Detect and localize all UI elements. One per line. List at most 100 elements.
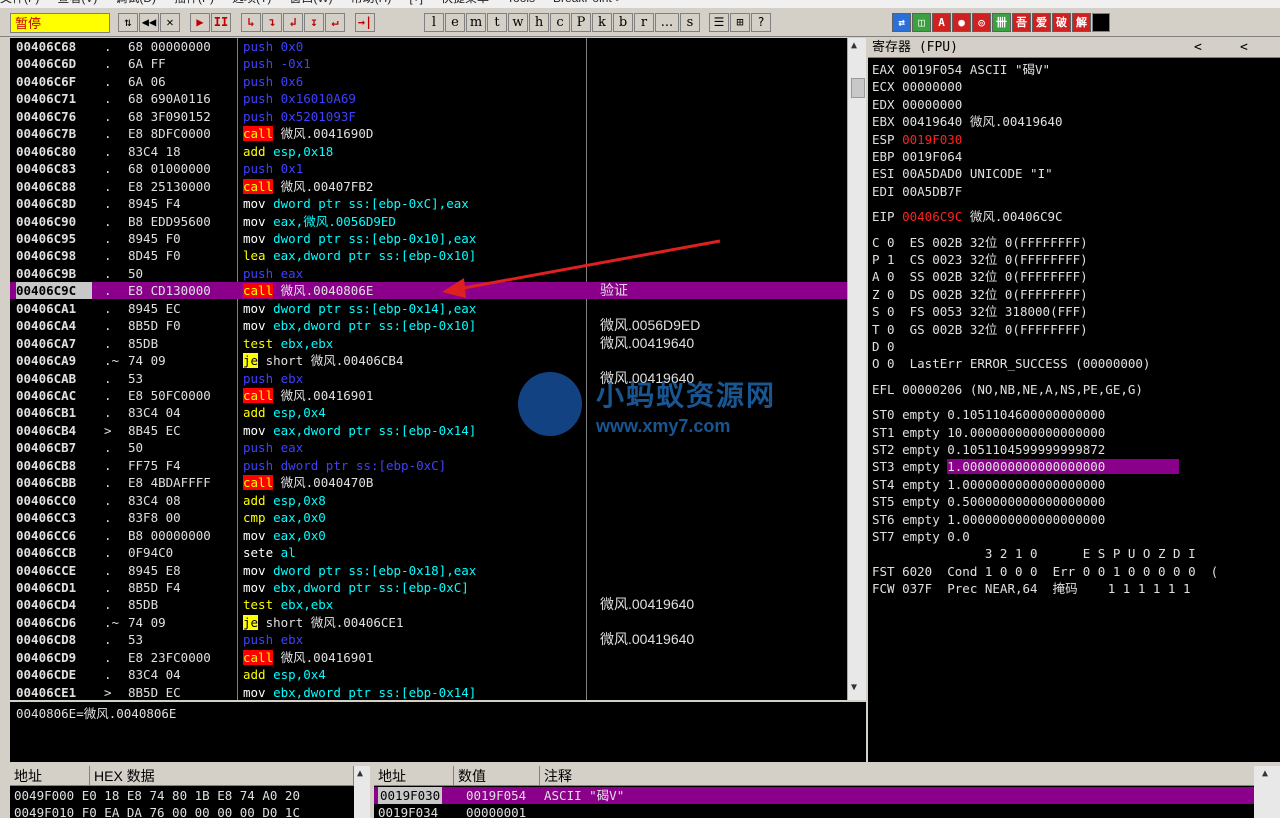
toolbar-button-icon[interactable]: ✕ (160, 13, 180, 32)
toolbar-window-button-l[interactable]: l (424, 13, 444, 32)
stack-scrollbar[interactable]: ▲ (1254, 766, 1280, 818)
disasm-row[interactable]: 00406C7B. E8 8DFC0000 call 微风.0041690D (10, 125, 847, 142)
disasm-row[interactable]: 00406CB8. FF75 F4 push dword ptr ss:[ebp-0… (10, 457, 847, 474)
scroll-down-icon[interactable]: ▼ (851, 682, 857, 693)
stack-header-comment[interactable]: 注释 (540, 766, 1280, 786)
disasm-row[interactable]: 00406C83. 68 01000000 push 0x1 (10, 160, 847, 177)
toolbar-extra-icon[interactable]: ⊞ (730, 13, 750, 32)
disasm-row[interactable]: 00406CD9. E8 23FC0000 call 微风.00416901 (10, 649, 847, 666)
toolbar-button-icon[interactable]: ↲ (283, 13, 303, 32)
disasm-row[interactable]: 00406CC3. 83F8 00 cmp eax,0x0 (10, 509, 847, 526)
plugin-icon[interactable]: 吾 (1012, 13, 1031, 32)
plugin-icon[interactable]: 解 (1072, 13, 1091, 32)
toolbar-button-icon[interactable]: ⇅ (118, 13, 138, 32)
register-line[interactable]: EAX 0019F054 ASCII "碣V" (872, 61, 1050, 78)
register-line[interactable]: ECX 00000000 (872, 78, 962, 95)
toolbar-button-icon[interactable]: ▶ (190, 13, 210, 32)
register-line[interactable]: ST2 empty 0.1051104599999999872 (872, 441, 1105, 458)
disasm-row[interactable]: 00406CD6 .~ 74 09 je short 微风.00406CE1 (10, 614, 847, 631)
disasm-row[interactable]: 00406C6D. 6A FF push -0x1 (10, 55, 847, 72)
disasm-row[interactable]: 00406C8D. 8945 F4 mov dword ptr ss:[ebp-0x… (10, 195, 847, 212)
toolbar-window-button-h[interactable]: h (529, 13, 549, 32)
register-line[interactable]: FCW 037F Prec NEAR,64 掩码 1 1 1 1 1 1 (872, 580, 1191, 597)
dump-header-address[interactable]: 地址 (10, 766, 90, 786)
disasm-row[interactable]: 00406CBB. E8 4BDAFFFF call 微风.0040470B (10, 474, 847, 491)
disasm-row[interactable]: 00406CCB. 0F94C0 sete al (10, 544, 847, 561)
plugin-icon[interactable]: ◫ (912, 13, 931, 32)
toolbar-window-button-w[interactable]: w (508, 13, 528, 32)
disasm-row[interactable]: 00406CA9 .~ 74 09 je short 微风.00406CB4 (10, 352, 847, 369)
register-line[interactable]: ST0 empty 0.1051104600000000000 (872, 406, 1105, 423)
register-line[interactable]: O 0 LastErr ERROR_SUCCESS (00000000) (872, 355, 1150, 372)
stack-header-address[interactable]: 地址 (374, 766, 454, 786)
stack-header-value[interactable]: 数值 (454, 766, 540, 786)
disasm-row[interactable]: 00406CC6. B8 00000000 mov eax,0x0 (10, 527, 847, 544)
register-line[interactable]: EFL 00000206 (NO,NB,NE,A,NS,PE,GE,G) (872, 381, 1143, 398)
toolbar-window-button-e[interactable]: e (445, 13, 465, 32)
toolbar-button-icon[interactable]: II (211, 13, 231, 32)
register-line[interactable]: FST 6020 Cond 1 0 0 0 Err 0 0 1 0 0 0 0 … (872, 563, 1218, 580)
disasm-row[interactable]: 00406CA4. 8B5D F0 mov ebx,dword ptr ss:[eb… (10, 317, 847, 334)
toolbar-button-icon[interactable]: ◀◀ (139, 13, 159, 32)
register-line[interactable]: 3 2 1 0 E S P U O Z D I (872, 545, 1196, 562)
dump-scrollbar[interactable]: ▲ (354, 766, 370, 818)
toolbar-button-icon[interactable]: →| (355, 13, 375, 32)
register-line[interactable]: ST6 empty 1.0000000000000000000 (872, 511, 1105, 528)
toolbar-window-button-r[interactable]: r (634, 13, 654, 32)
register-line[interactable]: ST7 empty 0.0 (872, 528, 970, 545)
disasm-row[interactable]: 00406C76. 68 3F090152 push 0x5201093F (10, 108, 847, 125)
register-line[interactable]: EBX 00419640 微风.00419640 (872, 113, 1063, 130)
plugin-icon[interactable]: 破 (1052, 13, 1071, 32)
plugin-icon[interactable]: 卌 (992, 13, 1011, 32)
disasm-row[interactable]: 00406C71. 68 690A0116 push 0x16010A69 (10, 90, 847, 107)
disasm-row[interactable]: 00406CCE. 8945 E8 mov dword ptr ss:[ebp-0x… (10, 562, 847, 579)
cpu-scrollbar[interactable]: ▲ ▼ (847, 38, 866, 700)
disasm-row[interactable]: 00406CDE. 83C4 04 add esp,0x4 (10, 666, 847, 683)
dump-header-hex[interactable]: HEX 数据 (90, 766, 354, 786)
register-line[interactable]: D 0 (872, 338, 895, 355)
register-line[interactable]: T 0 GS 002B 32位 0(FFFFFFFF) (872, 321, 1088, 338)
disasm-row[interactable]: 00406CD4. 85DB test ebx,ebx 微风.00419640 (10, 596, 847, 613)
register-line[interactable]: ESI 00A5DAD0 UNICODE "I" (872, 165, 1053, 182)
register-line[interactable]: ST3 empty 1.0000000000000000000 (872, 458, 1180, 475)
register-line[interactable]: EDX 00000000 (872, 96, 962, 113)
disasm-row[interactable]: 00406CA7. 85DB test ebx,ebx 微风.00419640 (10, 335, 847, 352)
disasm-row[interactable]: 00406C88. E8 25130000 call 微风.00407FB2 (10, 178, 847, 195)
register-line[interactable]: ESP 0019F030 (872, 131, 962, 148)
disasm-row[interactable]: 00406C6F. 6A 06 push 0x6 (10, 73, 847, 90)
toolbar-window-button-c[interactable]: c (550, 13, 570, 32)
stack-row[interactable]: 0019F034 00000001 (374, 804, 1254, 818)
stack-row[interactable]: 0019F030 0019F054 ASCII "碣V" (374, 787, 1254, 804)
toolbar-button-icon[interactable]: ↧ (304, 13, 324, 32)
register-line[interactable]: Z 0 DS 002B 32位 0(FFFFFFFF) (872, 286, 1088, 303)
scroll-up-icon[interactable]: ▲ (357, 768, 363, 779)
disasm-row[interactable]: 00406CE1 >8B5D EC mov ebx,dword ptr ss:[eb… (10, 684, 847, 700)
registers-header[interactable]: 寄存器 (FPU) < < (868, 38, 1280, 58)
scroll-up-icon[interactable]: ▲ (851, 40, 857, 51)
cpu-disassembly-pane[interactable]: 00406C68. 68 00000000 push 0x0 00406C6D. 6A … (10, 38, 847, 700)
toolbar-button-icon[interactable]: ↵ (325, 13, 345, 32)
register-line[interactable]: EIP 00406C9C 微风.00406C9C (872, 208, 1063, 225)
disasm-row[interactable]: 00406CD8. 53 push ebx 微风.00419640 (10, 631, 847, 648)
toolbar-window-button-t[interactable]: t (487, 13, 507, 32)
toolbar-window-button-...[interactable]: ... (655, 13, 679, 32)
registers-pane[interactable]: 寄存器 (FPU) < < EAX 0019F054 ASCII "碣V" ECX… (868, 38, 1280, 762)
disasm-row[interactable]: 00406C90. B8 EDD95600 mov eax,微风.0056D9ED (10, 213, 847, 230)
disasm-row[interactable]: 00406C80. 83C4 18 add esp,0x18 (10, 143, 847, 160)
register-line[interactable]: C 0 ES 002B 32位 0(FFFFFFFF) (872, 234, 1088, 251)
plugin-icon[interactable]: ● (952, 13, 971, 32)
plugin-icon[interactable]: ◎ (972, 13, 991, 32)
toolbar-window-button-s[interactable]: s (680, 13, 700, 32)
register-line[interactable]: ST1 empty 10.000000000000000000 (872, 424, 1105, 441)
register-line[interactable]: P 1 CS 0023 32位 0(FFFFFFFF) (872, 251, 1088, 268)
toolbar-window-button-b[interactable]: b (613, 13, 633, 32)
toolbar-window-button-P[interactable]: P (571, 13, 591, 32)
scroll-thumb[interactable] (851, 78, 865, 98)
dump-row[interactable]: 0049F010 F0 EA DA 76 00 00 00 00 D0 1C (10, 804, 354, 818)
disasm-row[interactable]: 00406CD1. 8B5D F4 mov ebx,dword ptr ss:[eb… (10, 579, 847, 596)
hex-dump-pane[interactable]: 地址 HEX 数据 0049F000 E0 18 E8 74 80 1B E8 … (10, 766, 370, 818)
plugin-icon[interactable]: 爱 (1032, 13, 1051, 32)
prev-view-icon[interactable]: < (1194, 38, 1202, 58)
dump-row[interactable]: 0049F000 E0 18 E8 74 80 1B E8 74 A0 20 (10, 787, 354, 804)
toolbar-extra-icon[interactable]: ☰ (709, 13, 729, 32)
